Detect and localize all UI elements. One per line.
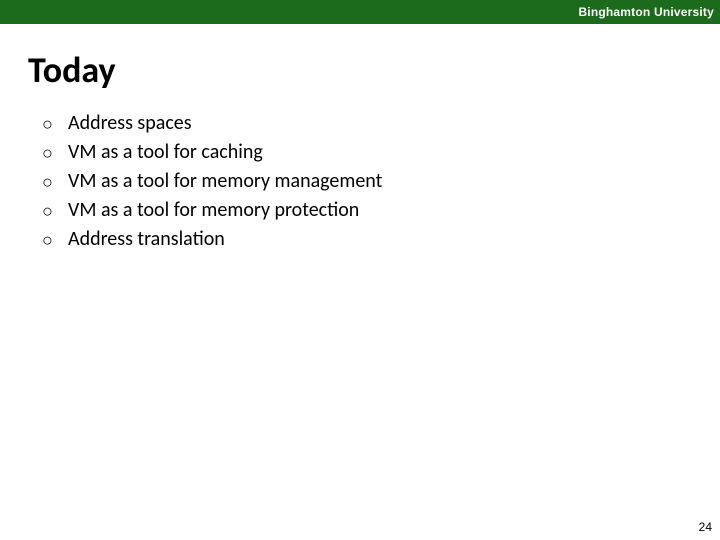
list-item: ○ VM as a tool for memory management: [42, 168, 682, 195]
bullet-text: Address translation: [68, 226, 225, 253]
bullet-icon: ○: [42, 199, 68, 223]
bullet-text: VM as a tool for memory protection: [68, 197, 359, 224]
bullet-icon: ○: [42, 141, 68, 165]
list-item: ○ VM as a tool for caching: [42, 139, 682, 166]
bullet-list: ○ Address spaces ○ VM as a tool for cach…: [42, 110, 682, 255]
list-item: ○ VM as a tool for memory protection: [42, 197, 682, 224]
header-bar: Binghamton University: [0, 0, 720, 24]
bullet-text: Address spaces: [68, 110, 192, 137]
list-item: ○ Address translation: [42, 226, 682, 253]
bullet-text: VM as a tool for memory management: [68, 168, 382, 195]
bullet-text: VM as a tool for caching: [68, 139, 263, 166]
slide: Binghamton University Today ○ Address sp…: [0, 0, 720, 540]
slide-title: Today: [28, 48, 116, 92]
institution-label: Binghamton University: [578, 5, 714, 19]
bullet-icon: ○: [42, 112, 68, 136]
bullet-icon: ○: [42, 170, 68, 194]
page-number: 24: [699, 520, 712, 534]
bullet-icon: ○: [42, 228, 68, 252]
list-item: ○ Address spaces: [42, 110, 682, 137]
